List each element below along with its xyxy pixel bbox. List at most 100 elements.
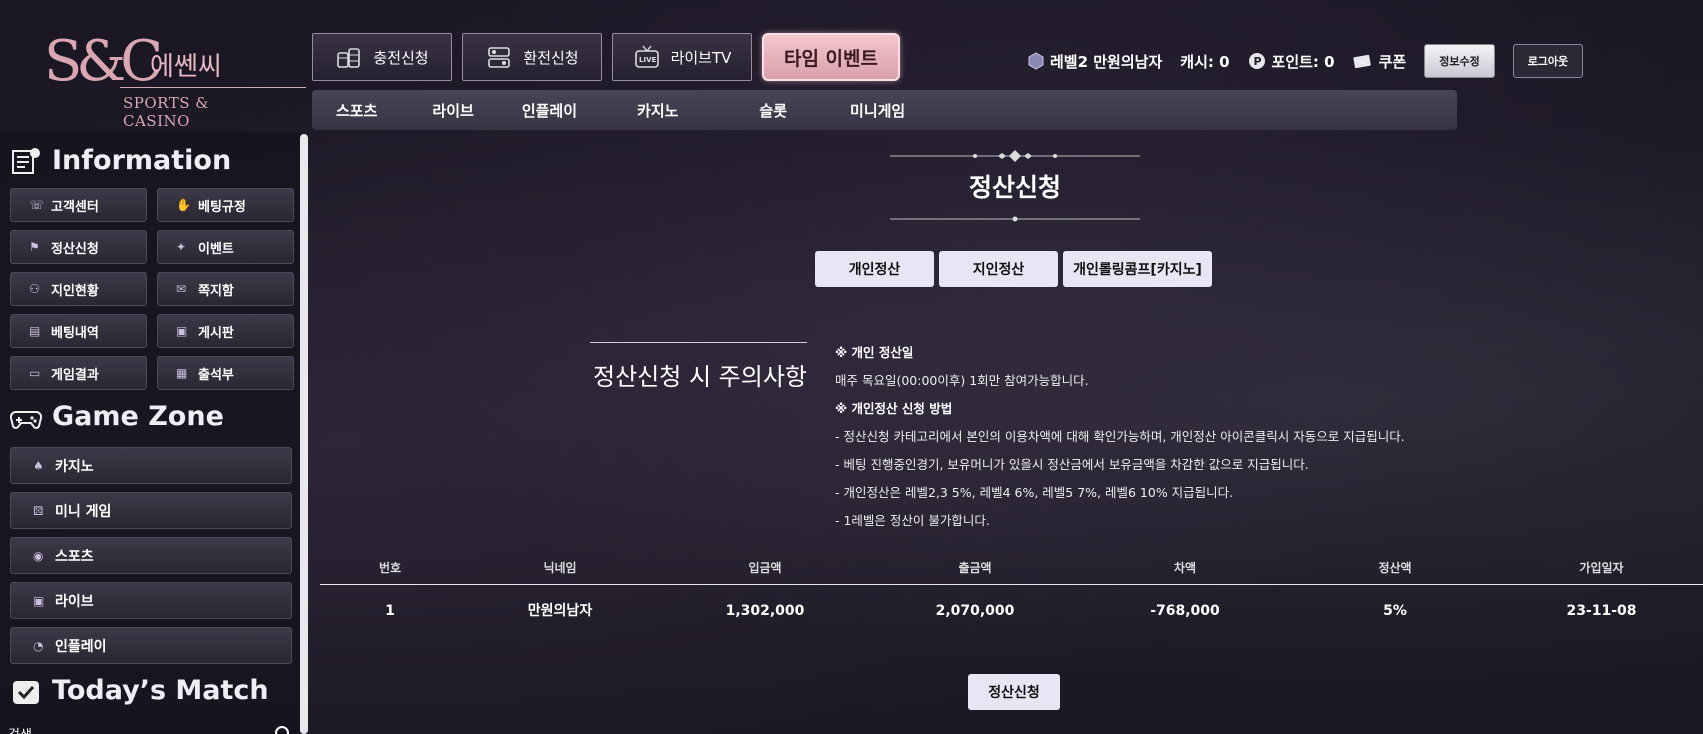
settle-icon: ⚑: [29, 240, 40, 254]
svg-text:P: P: [1253, 55, 1261, 68]
notice-line: - 개인정산은 레벨2,3 5%, 레벨4 6%, 레벨5 7%, 레벨6 10…: [835, 485, 1234, 500]
notice-line: - 정산신청 카테고리에서 본인의 이용차액에 대해 확인가능하며, 개인정산 …: [835, 429, 1405, 444]
sidebar-item-live[interactable]: ▣ 라이브: [10, 582, 292, 619]
cell-deposit: 1,302,000: [725, 603, 805, 619]
site-logo[interactable]: S&C 에쎈씨 SPORTS & CASINO: [40, 29, 306, 130]
svg-text:LIVE: LIVE: [639, 56, 656, 64]
time-event-label: 타임 이벤트: [783, 47, 878, 70]
tab-rolling-comp[interactable]: 개인롤링콤프[카지노]: [1063, 251, 1212, 287]
header-cell-join-date: 가입일자: [1579, 561, 1624, 575]
information-title: Information: [10, 145, 231, 176]
sidebar-item-referrals[interactable]: ⚇ 지인현황: [10, 272, 147, 306]
sidebar-item-attendance[interactable]: ▦ 출석부: [157, 356, 294, 390]
user-cash: 캐시: 0: [1180, 51, 1229, 72]
sidebar-item-game-results[interactable]: ▭ 게임결과: [10, 356, 147, 390]
header-cell-settlement-rate: 정산액: [1378, 561, 1412, 575]
notice-heading-text: 정산신청 시 주의사항: [593, 363, 807, 391]
nav-item-minigame[interactable]: 미니게임: [850, 100, 905, 121]
info-board-icon: [12, 147, 40, 174]
logo-korean: 에쎈씨: [150, 52, 222, 82]
calendar-check-icon: [13, 680, 39, 704]
notice-line: - 베팅 진행중인경기, 보유머니가 있을시 정산금에서 보유금액을 차감한 값…: [835, 457, 1309, 472]
sidebar-item-label: 정산신청: [51, 241, 99, 257]
notice-line: ※ 개인정산 신청 방법: [835, 401, 953, 416]
user-level-name: 레벨2 만원의남자: [1050, 52, 1163, 71]
logout-button[interactable]: 로그아웃: [1512, 44, 1584, 78]
sidebar-item-casino[interactable]: ♠ 카지노: [10, 447, 292, 484]
notice-heading: 정산신청 시 주의사항: [590, 342, 807, 392]
notice-content: ※ 개인 정산일 매주 목요일(00:00이후) 1회만 참여가능합니다. ※ …: [835, 339, 1635, 535]
sidebar-item-label: 미니 게임: [55, 503, 112, 520]
user-coupon-label: 쿠폰: [1378, 52, 1407, 71]
user-level: 레벨2 만원의남자: [1028, 51, 1162, 72]
ball-icon: ◉: [33, 548, 44, 563]
sidebar-item-inplay[interactable]: ◔ 인플레이: [10, 627, 292, 664]
nav-item-inplay[interactable]: 인플레이: [522, 100, 577, 121]
coupon-icon: [1353, 54, 1371, 69]
header-cell-withdraw: 출금액: [958, 561, 992, 575]
edit-profile-button[interactable]: 정보수정: [1424, 44, 1495, 78]
user-coupon[interactable]: 쿠폰: [1353, 51, 1407, 72]
time-event-button[interactable]: 타임 이벤트: [762, 33, 900, 81]
monitor-icon: ▭: [29, 366, 41, 380]
tab-personal-settlement[interactable]: 개인정산: [815, 251, 934, 287]
message-icon: ✉: [176, 282, 187, 296]
header-cell-difference: 차액: [1173, 561, 1197, 575]
nav-item-live[interactable]: 라이브: [432, 100, 473, 121]
sidebar-item-label: 쪽지함: [198, 283, 234, 299]
sidebar-item-betting-rules[interactable]: ✋ 베팅규정: [157, 188, 294, 222]
live-icon: ▣: [33, 593, 45, 608]
sidebar-item-board[interactable]: ▣ 게시판: [157, 314, 294, 348]
header-cell-nickname: 닉네임: [543, 561, 577, 575]
withdraw-request-button[interactable]: 환전신청: [462, 33, 602, 81]
cell-join-date: 23-11-08: [1566, 603, 1637, 619]
notice-heading-divider: [590, 342, 807, 343]
table-header: 번호 닉네임 입금액 출금액 차액 정산액 가입일자: [320, 552, 1703, 584]
settlement-submit-button[interactable]: 정산신청: [968, 674, 1060, 710]
logo-divider: [120, 87, 306, 88]
cell-settlement-rate: 5%: [1383, 603, 1407, 619]
logo-monogram: S&C: [44, 29, 163, 94]
sidebar-scrollbar[interactable]: [300, 134, 308, 734]
sidebar-item-messages[interactable]: ✉ 쪽지함: [157, 272, 294, 306]
level-badge-icon: [1028, 52, 1044, 70]
cell-difference: -768,000: [1150, 603, 1220, 619]
sidebar-item-label: 스포츠: [55, 548, 94, 565]
sidebar-item-event[interactable]: ✦ 이벤트: [157, 230, 294, 264]
sidebar-item-label: 출석부: [198, 367, 234, 383]
nav-item-casino[interactable]: 카지노: [637, 100, 678, 121]
user-cash-value: 캐시: 0: [1180, 52, 1230, 71]
nav-item-sports[interactable]: 스포츠: [336, 100, 377, 121]
live-tv-icon: LIVE: [634, 45, 659, 68]
sidebar-item-label: 이벤트: [198, 241, 234, 257]
information-title-text: Information: [52, 145, 232, 176]
sidebar-item-label: 베팅내역: [51, 325, 99, 341]
board-icon: ▣: [176, 324, 188, 338]
calendar-icon: ▦: [176, 366, 188, 380]
sidebar-item-settlement[interactable]: ⚑ 정산신청: [10, 230, 147, 264]
exchange-icon: [488, 47, 511, 68]
deposit-request-button[interactable]: 충전신청: [312, 33, 452, 81]
party-icon: ✦: [176, 240, 187, 254]
sidebar-item-sports[interactable]: ◉ 스포츠: [10, 537, 292, 574]
todays-match-title: Today’s Match: [10, 675, 269, 706]
tab-referral-settlement[interactable]: 지인정산: [939, 251, 1058, 287]
main-content: 정산신청 개인정산 지인정산 개인롤링콤프[카지노] 정산신청 시 주의사항 ※…: [318, 132, 1703, 734]
title-ornament-bottom: [890, 216, 1140, 222]
settlement-tabs: 개인정산 지인정산 개인롤링콤프[카지노]: [815, 251, 1212, 287]
live-tv-label: 라이브TV: [670, 48, 732, 67]
cell-number: 1: [385, 603, 395, 619]
search-icon[interactable]: [275, 726, 289, 734]
sidebar-item-label: 라이브: [55, 593, 94, 610]
nav-item-slot[interactable]: 슬롯: [759, 100, 787, 121]
sidebar-item-bet-history[interactable]: ▤ 베팅내역: [10, 314, 147, 348]
sidebar-item-customer-center[interactable]: ☏ 고객센터: [10, 188, 147, 222]
cell-withdraw: 2,070,000: [935, 603, 1015, 619]
hand-icon: ✋: [176, 198, 191, 212]
phone-icon: ☏: [29, 198, 45, 212]
people-icon: ⚇: [29, 282, 40, 296]
withdraw-request-label: 환전신청: [523, 48, 579, 67]
sidebar-item-minigame[interactable]: ⚄ 미니 게임: [10, 492, 292, 529]
notice-line: ※ 개인 정산일: [835, 345, 914, 360]
live-tv-button[interactable]: LIVE 라이브TV: [612, 33, 752, 81]
